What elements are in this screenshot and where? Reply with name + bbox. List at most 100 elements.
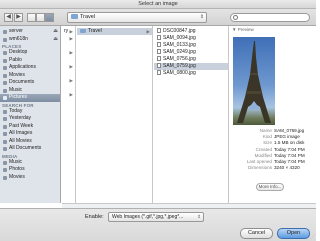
row-label: SAM_0800.jpg xyxy=(163,70,196,76)
file-row[interactable]: SAM_0756.jpg xyxy=(154,56,228,63)
disclosure-arrow-icon: ▶ xyxy=(146,29,150,34)
disclosure-arrow-icon: ▶ xyxy=(69,36,73,41)
server-icon xyxy=(3,37,7,42)
sidebar-item[interactable]: server ⏏ xyxy=(0,28,60,36)
folder-row[interactable]: ry ▶ xyxy=(62,28,75,35)
forward-button[interactable]: ▶ xyxy=(14,13,23,22)
popup-arrows-icon: ⇕ xyxy=(199,14,204,20)
browser-column-3[interactable]: DSC00847.jpg SAM_0094.jpg SAM_0133.jpg SAM_… xyxy=(154,26,229,203)
file-row[interactable]: SAM_0800.jpg xyxy=(154,70,228,77)
pictures-icon xyxy=(3,96,7,100)
applications-icon xyxy=(3,66,7,70)
sidebar-item[interactable]: Pictures xyxy=(0,94,60,102)
server-icon xyxy=(3,30,7,34)
sidebar-item[interactable]: Today xyxy=(0,108,60,116)
documents-icon xyxy=(3,81,7,85)
folder-icon xyxy=(80,28,86,33)
metadata-row: Dimensions 3240 × 4320 xyxy=(232,165,314,171)
sidebar-item[interactable]: Movies xyxy=(0,72,60,80)
column-view-button[interactable] xyxy=(45,13,54,22)
file-row[interactable]: DSC00847.jpg xyxy=(154,28,228,35)
icon-view-button[interactable] xyxy=(27,13,36,22)
disclosure-arrow-icon: ▶ xyxy=(69,64,73,69)
path-popup[interactable]: Travel ⇕ xyxy=(67,12,207,23)
movies-icon xyxy=(3,73,7,78)
toolbar: ◀ ▶ Travel ⇕ xyxy=(0,9,316,26)
back-button[interactable]: ◀ xyxy=(4,13,13,22)
sidebar-item-label: All Images xyxy=(9,130,33,136)
desktop-icon xyxy=(3,51,7,55)
sidebar-item[interactable]: All Movies xyxy=(0,138,60,146)
sidebar-item-label: Past Week xyxy=(9,122,34,129)
eject-icon[interactable]: ⏏ xyxy=(53,28,58,36)
image-file-icon xyxy=(157,63,161,68)
sidebar-item[interactable]: Movies xyxy=(0,174,60,182)
image-file-icon xyxy=(157,56,161,61)
sidebar-item[interactable]: Past Week xyxy=(0,123,60,131)
sidebar-item[interactable]: wm618n ⏏ xyxy=(0,36,60,44)
browser-column-1[interactable]: ry ▶ ▶ ▶ ▶ ▶ ▶ xyxy=(62,26,76,203)
eject-icon[interactable]: ⏏ xyxy=(53,36,58,44)
search-field[interactable] xyxy=(230,13,310,22)
folder-row[interactable]: ▶ xyxy=(62,35,75,49)
sidebar-item-label: server xyxy=(9,28,23,34)
path-label: Travel xyxy=(80,14,96,20)
image-file-icon xyxy=(157,42,161,47)
sidebar-item[interactable]: Music xyxy=(0,87,60,95)
row-label: Travel xyxy=(88,28,102,34)
sidebar-item-label: Documents xyxy=(9,79,35,85)
clock-icon xyxy=(3,117,7,121)
sidebar-item[interactable]: Desktop xyxy=(0,49,60,57)
dialog-footer: Enable: Web Images (*.gif,*.jpg,*.jpeg*.… xyxy=(0,208,316,241)
metadata-value: 3240 × 4320 xyxy=(274,165,300,171)
folder-row[interactable]: ▶ xyxy=(62,49,75,63)
file-type-select[interactable]: Web Images (*.gif,*.jpg,*.jpeg*... ⇕ xyxy=(108,212,204,222)
eiffel-tower-photo xyxy=(233,37,275,125)
enable-label: Enable: xyxy=(85,214,104,220)
sidebar-item[interactable]: All Documents xyxy=(0,145,60,153)
movies-icon xyxy=(3,175,7,180)
folder-row[interactable]: ▶ xyxy=(62,91,75,105)
sidebar-item-label: Music xyxy=(9,86,23,93)
row-label: ry xyxy=(64,28,69,34)
folder-row[interactable]: Travel ▶ xyxy=(77,28,152,35)
file-row[interactable]: SAM_0133.jpg xyxy=(154,42,228,49)
sidebar-item[interactable]: All Images xyxy=(0,130,60,138)
row-label: DSC00847.jpg xyxy=(163,28,196,34)
file-type-value: Web Images (*.gif,*.jpg,*.jpeg*... xyxy=(112,214,184,220)
smart-folder-icon xyxy=(3,132,7,136)
file-row[interactable]: SAM_0094.jpg xyxy=(154,35,228,42)
row-label: SAM_0249.jpg xyxy=(163,49,196,55)
preview-heading: ▼ Preview xyxy=(232,27,254,32)
browser-column-2[interactable]: Travel ▶ xyxy=(77,26,153,203)
file-row[interactable]: SAM_0759.jpg xyxy=(154,63,228,70)
sidebar-item[interactable]: Documents xyxy=(0,79,60,87)
disclosure-arrow-icon: ▶ xyxy=(69,92,73,97)
sidebar-item[interactable]: Music xyxy=(0,159,60,167)
sidebar-item-label: wm618n xyxy=(9,35,28,42)
row-label: SAM_0133.jpg xyxy=(163,42,196,48)
sidebar-item[interactable]: Yesterday xyxy=(0,115,60,123)
music-icon xyxy=(3,160,7,165)
folder-icon xyxy=(71,14,78,19)
sidebar-item-label: Today xyxy=(9,107,23,114)
cancel-button[interactable]: Cancel xyxy=(240,228,273,239)
sidebar: server ⏏ wm618n ⏏ PLACES Desktop Pablo Applicat… xyxy=(0,26,61,203)
folder-row[interactable]: ▶ xyxy=(62,63,75,77)
resize-grip-icon[interactable]: ⋰ xyxy=(310,234,315,240)
metadata-label: Dimensions xyxy=(248,165,272,171)
list-view-button[interactable] xyxy=(36,13,45,22)
sidebar-item[interactable]: Photos xyxy=(0,166,60,174)
open-button[interactable]: Open xyxy=(277,228,310,239)
more-info-button[interactable]: More Info... xyxy=(256,183,284,191)
sidebar-item[interactable]: Applications xyxy=(0,64,60,72)
sidebar-item-label: Pablo xyxy=(9,56,22,63)
sidebar-item[interactable]: Pablo xyxy=(0,57,60,65)
popup-arrows-icon: ⇕ xyxy=(197,214,201,219)
folder-row[interactable]: ▶ xyxy=(62,77,75,91)
clock-icon xyxy=(3,124,7,129)
home-icon xyxy=(3,58,7,63)
file-row[interactable]: SAM_0249.jpg xyxy=(154,49,228,56)
disclosure-arrow-icon: ▶ xyxy=(69,29,73,34)
sidebar-item-label: Music xyxy=(9,158,23,165)
